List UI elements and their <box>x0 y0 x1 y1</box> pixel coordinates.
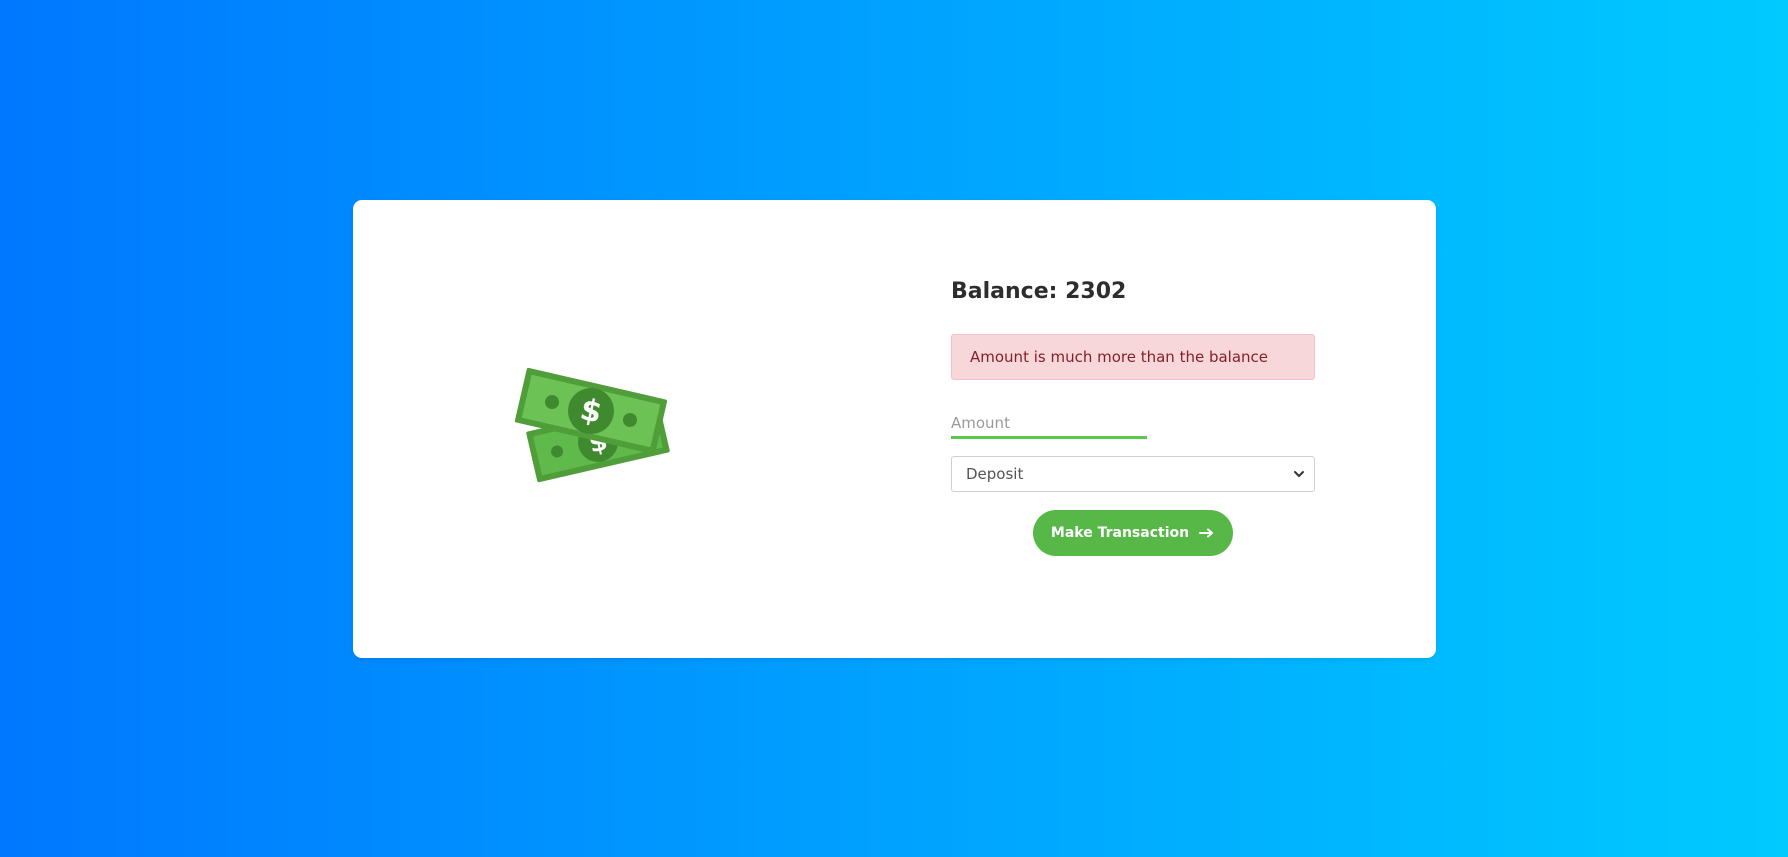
balance-heading: Balance: 2302 <box>951 279 1127 304</box>
money-bills-icon: $ $ <box>513 360 683 500</box>
amount-input[interactable] <box>951 410 1147 439</box>
submit-row: Make Transaction <box>951 510 1315 556</box>
error-alert: Amount is much more than the balance <box>951 334 1315 380</box>
transaction-type-select[interactable]: Deposit <box>951 456 1315 492</box>
transaction-type-wrapper: Deposit <box>951 456 1315 492</box>
arrow-right-icon <box>1199 528 1214 538</box>
transaction-form: Balance: 2302 Amount is much more than t… <box>951 278 1315 556</box>
make-transaction-button[interactable]: Make Transaction <box>1033 510 1233 556</box>
transaction-card: $ $ Balance: 2302 Amount is much more th… <box>353 200 1436 658</box>
amount-field-wrapper <box>951 410 1147 439</box>
make-transaction-label: Make Transaction <box>1050 525 1190 541</box>
error-alert-message: Amount is much more than the balance <box>970 348 1269 366</box>
